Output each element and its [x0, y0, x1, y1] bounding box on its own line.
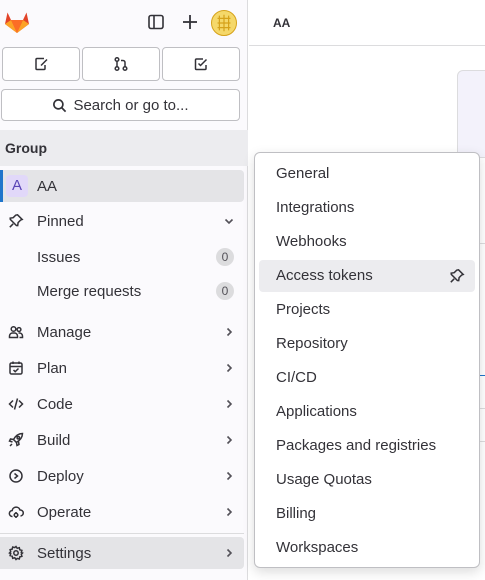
- chevron-right-icon: [226, 548, 233, 558]
- sidebar-item-settings[interactable]: Settings: [0, 537, 244, 569]
- page-header: AA: [249, 0, 485, 46]
- issues-button[interactable]: [2, 47, 80, 81]
- sidebar-item-code[interactable]: Code: [0, 388, 244, 420]
- sidebar-item-build[interactable]: Build: [0, 424, 244, 456]
- chevron-right-icon: [226, 435, 233, 445]
- group-avatar: A: [6, 175, 28, 197]
- cloud-gear-icon: [8, 506, 24, 518]
- pinned-section-toggle[interactable]: Pinned: [0, 205, 244, 237]
- settings-item-usage-quotas[interactable]: Usage Quotas: [259, 464, 475, 496]
- chevron-down-icon: [224, 218, 234, 225]
- gitlab-logo[interactable]: [4, 10, 30, 34]
- planning-icon: [9, 361, 23, 375]
- code-icon: [8, 398, 24, 410]
- settings-item-projects[interactable]: Projects: [259, 294, 475, 326]
- todo-icon: [194, 58, 208, 71]
- sidebar: Search or go to... Group A AA Pinned Iss…: [0, 0, 248, 580]
- settings-item-webhooks[interactable]: Webhooks: [259, 226, 475, 258]
- sidebar-item-manage[interactable]: Manage: [0, 316, 244, 348]
- search-icon: [53, 98, 67, 112]
- settings-item-general[interactable]: General: [259, 158, 475, 190]
- sidebar-toggle-icon[interactable]: [146, 12, 166, 32]
- chevron-right-icon: [226, 327, 233, 337]
- nav-label: Manage: [37, 323, 92, 341]
- chevron-right-icon: [226, 471, 233, 481]
- nav-label: Build: [37, 431, 71, 449]
- main-content-card: [457, 70, 485, 158]
- pinned-label: Pinned: [37, 212, 84, 230]
- todo-button[interactable]: [162, 47, 240, 81]
- gear-icon: [8, 545, 24, 561]
- count-badge: 0: [216, 248, 234, 266]
- rocket-icon: [8, 432, 24, 447]
- settings-item-access-tokens[interactable]: Access tokens: [259, 260, 475, 292]
- search-label: Search or go to...: [73, 96, 189, 114]
- sidebar-top-bar: [0, 0, 248, 46]
- nav-label: Deploy: [37, 467, 84, 485]
- settings-item-repository[interactable]: Repository: [259, 328, 475, 360]
- users-icon: [8, 325, 24, 339]
- issues-icon: [35, 57, 48, 71]
- settings-flyout-menu: General Integrations Webhooks Access tok…: [254, 152, 480, 568]
- sidebar-divider: [0, 533, 244, 534]
- nav-label: Code: [37, 395, 73, 413]
- search-button[interactable]: Search or go to...: [1, 89, 240, 121]
- merge-request-icon: [114, 56, 128, 72]
- pinned-item-issues[interactable]: Issues 0: [0, 241, 244, 273]
- thumbtack-icon: [9, 213, 24, 228]
- nav-label: Operate: [37, 503, 92, 521]
- pinned-item-label: Merge requests: [37, 282, 142, 300]
- quick-actions: [2, 47, 240, 81]
- sidebar-item-deploy[interactable]: Deploy: [0, 460, 244, 492]
- settings-item-integrations[interactable]: Integrations: [259, 192, 475, 224]
- group-item[interactable]: A AA: [0, 170, 244, 202]
- settings-item-ci-cd[interactable]: CI/CD: [259, 362, 475, 394]
- sidebar-item-operate[interactable]: Operate: [0, 496, 244, 528]
- user-avatar[interactable]: [211, 10, 237, 36]
- pinned-item-label: Issues: [37, 248, 81, 266]
- plus-icon[interactable]: [180, 12, 200, 32]
- deploy-icon: [9, 469, 23, 483]
- merge-requests-button[interactable]: [82, 47, 160, 81]
- section-title: Group: [0, 130, 248, 166]
- nav-label: Plan: [37, 359, 68, 377]
- group-name: AA: [37, 177, 58, 195]
- settings-item-workspaces[interactable]: Workspaces: [259, 532, 475, 564]
- settings-item-applications[interactable]: Applications: [259, 396, 475, 428]
- nav-label: Settings: [37, 544, 92, 562]
- thumbtack-icon[interactable]: [449, 268, 465, 284]
- chevron-right-icon: [226, 507, 233, 517]
- pinned-item-merge-requests[interactable]: Merge requests 0: [0, 275, 244, 307]
- active-indicator: [0, 170, 3, 202]
- settings-item-label: Access tokens: [276, 267, 373, 284]
- sidebar-item-plan[interactable]: Plan: [0, 352, 244, 384]
- settings-item-packages-and-registries[interactable]: Packages and registries: [259, 430, 475, 462]
- count-badge: 0: [216, 282, 234, 300]
- chevron-right-icon: [226, 399, 233, 409]
- settings-item-billing[interactable]: Billing: [259, 498, 475, 530]
- breadcrumb[interactable]: AA: [273, 16, 290, 30]
- chevron-right-icon: [226, 363, 233, 373]
